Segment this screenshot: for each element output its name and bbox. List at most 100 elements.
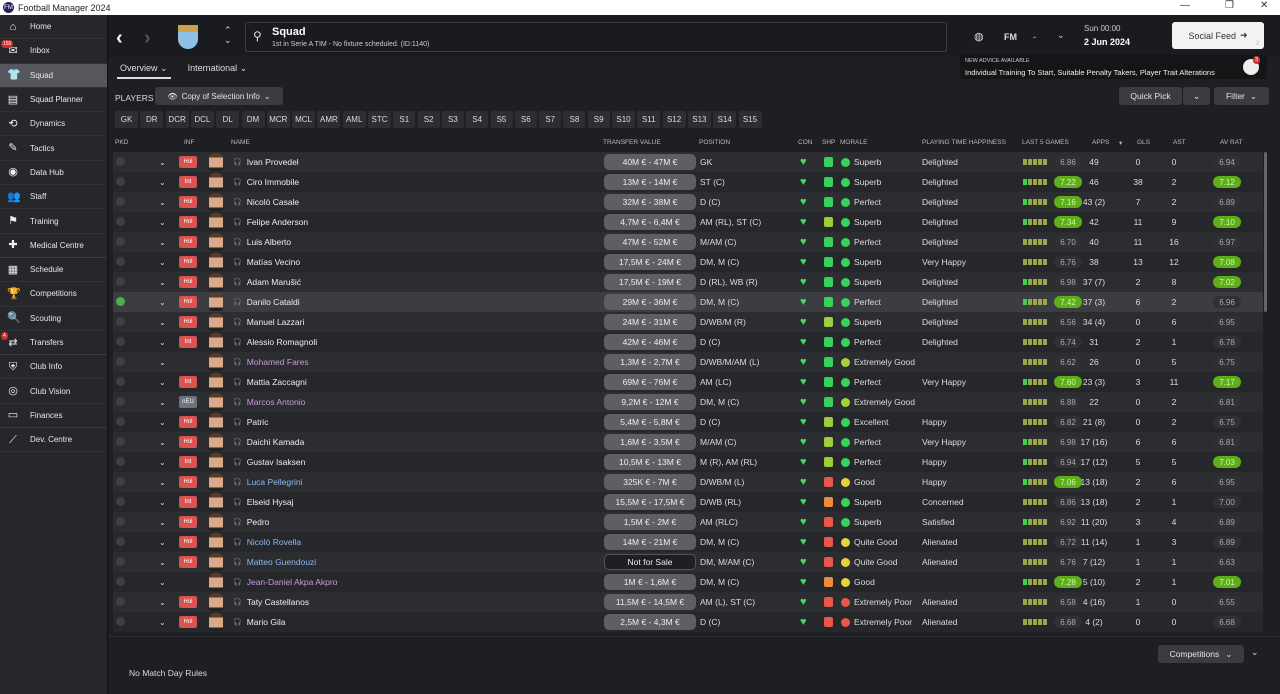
sidebar-item-schedule[interactable]: ▦ Schedule (0, 258, 107, 283)
player-name[interactable]: Taty Castellanos (247, 597, 309, 607)
picked-checkbox[interactable] (116, 377, 125, 386)
player-name-cell[interactable]: 🎧 Mario Gila (233, 612, 285, 632)
game-date[interactable]: 2 Jun 2024 (1084, 37, 1130, 47)
column-header-ast[interactable]: AST (1173, 139, 1186, 146)
expand-icon[interactable]: ⌄ (1251, 647, 1259, 658)
position-filter-s14[interactable]: S14 (713, 111, 737, 128)
picked-checkbox[interactable] (116, 397, 125, 406)
expand-row-chevron-icon[interactable]: ⌄ (159, 312, 166, 332)
filter-button[interactable]: Filter ⌄ (1214, 87, 1269, 105)
table-row[interactable]: ⌄ Hol 🎧 Danilo Cataldi 29M € - 36M € DM, M (C… (113, 292, 1263, 312)
player-name-cell[interactable]: 🎧 Danilo Cataldi (233, 292, 300, 312)
player-name-cell[interactable]: 🎧 Mohamed Fares (233, 352, 309, 372)
expand-row-chevron-icon[interactable]: ⌄ (159, 412, 166, 432)
player-name-cell[interactable]: 🎧 Marcos Antonio (233, 392, 305, 412)
player-name[interactable]: Nicolò Casale (247, 197, 299, 207)
position-filter-s15[interactable]: S15 (738, 111, 762, 128)
player-name-cell[interactable]: 🎧 Nicolò Casale (233, 192, 299, 212)
forward-button[interactable]: › (144, 27, 151, 50)
table-row[interactable]: ⌄ Int 🎧 Gustav Isaksen 10,5M € - 13M € M (R),… (113, 452, 1263, 472)
table-row[interactable]: ⌄ Hol 🎧 Pedro 1,5M € - 2M € AM (RLC) ♥ Superb Sa… (113, 512, 1263, 532)
sidebar-item-squad[interactable]: 👕 Squad (0, 63, 107, 88)
position-filter-gk[interactable]: GK (115, 111, 138, 128)
table-row[interactable]: ⌄ 🎧 Mohamed Fares 1,3M € - 2,7M € D/WB/M/AM … (113, 352, 1263, 372)
player-name[interactable]: Ciro Immobile (247, 177, 299, 187)
expand-row-chevron-icon[interactable]: ⌄ (159, 332, 166, 352)
position-filter-s1[interactable]: S1 (393, 111, 416, 128)
table-row[interactable]: ⌄ Hol 🎧 Ivan Provedel 40M € - 47M € GK ♥ Superb… (113, 152, 1263, 172)
table-row[interactable]: ⌄ Hol 🎧 Luca Pellegrini 325K € - 7M € D/WB/M … (113, 472, 1263, 492)
sidebar-item-competitions[interactable]: 🏆 Competitions (0, 282, 107, 307)
position-filter-dcl[interactable]: DCL (190, 111, 214, 128)
expand-row-chevron-icon[interactable]: ⌄ (159, 552, 166, 572)
sidebar-item-medical-centre[interactable]: ✚ Medical Centre (0, 234, 107, 258)
player-name-cell[interactable]: 🎧 Adam Marušić (233, 272, 301, 292)
quick-pick-dropdown[interactable]: ⌄ (1183, 87, 1210, 105)
picked-checkbox[interactable] (116, 197, 125, 206)
player-name-cell[interactable]: 🎧 Jean-Daniel Akpa Akpro (233, 572, 337, 592)
player-name-cell[interactable]: 🎧 Felipe Anderson (233, 212, 308, 232)
player-name[interactable]: Mattia Zaccagni (247, 377, 307, 387)
player-name[interactable]: Danilo Cataldi (247, 297, 300, 307)
position-filter-mcr[interactable]: MCR (266, 111, 290, 128)
table-row[interactable]: ⌄ Hol 🎧 Manuel Lazzari 24M € - 31M € D/WB/M (… (113, 312, 1263, 332)
expand-row-chevron-icon[interactable]: ⌄ (159, 192, 166, 212)
sidebar-item-training[interactable]: ⚑ Training (0, 209, 107, 234)
table-row[interactable]: ⌄ Hol 🎧 Nicolò Rovella 14M € - 21M € DM, M (C… (113, 532, 1263, 552)
player-name-cell[interactable]: 🎧 Elseid Hysaj (233, 492, 294, 512)
player-name[interactable]: Luis Alberto (247, 237, 291, 247)
position-filter-s2[interactable]: S2 (417, 111, 440, 128)
sidebar-item-scouting[interactable]: 🔍 Scouting (0, 307, 107, 331)
picked-checkbox[interactable] (116, 177, 125, 186)
table-row[interactable]: ⌄ Hol 🎧 Luis Alberto 47M € - 52M € M/AM (C) ♥ P… (113, 232, 1263, 252)
view-select[interactable]: 👁 Copy of Selection Info ⌄ (155, 87, 283, 105)
player-name[interactable]: Patric (247, 417, 269, 427)
player-name[interactable]: Manuel Lazzari (247, 317, 305, 327)
picked-checkbox[interactable] (116, 317, 125, 326)
player-name[interactable]: Luca Pellegrini (247, 477, 303, 487)
minimize-icon[interactable]: — (1180, 0, 1190, 11)
position-filter-dl[interactable]: DL (216, 111, 240, 128)
position-filter-s4[interactable]: S4 (466, 111, 489, 128)
table-row[interactable]: ⌄ Hol 🎧 Daichi Kamada 1,6M € - 3,5M € M/AM (C… (113, 432, 1263, 452)
expand-row-chevron-icon[interactable]: ⌄ (159, 152, 166, 172)
picked-checkbox[interactable] (116, 557, 125, 566)
player-name-cell[interactable]: 🎧 Ciro Immobile (233, 172, 299, 192)
search-box[interactable]: ⚲ Squad 1st in Serie A TIM - No fixture … (245, 22, 947, 52)
club-switch-icon[interactable]: ⌃ ⌄ (224, 25, 232, 45)
player-name[interactable]: Mario Gila (247, 617, 286, 627)
column-header-con[interactable]: CON (798, 139, 812, 146)
sidebar-item-club-vision[interactable]: ◎ Club Vision (0, 379, 107, 404)
column-header-tv[interactable]: TRANSFER VALUE (603, 139, 661, 146)
column-header-apps[interactable]: APPS (1092, 139, 1109, 146)
player-name[interactable]: Matías Vecino (247, 257, 300, 267)
player-name[interactable]: Gustav Isaksen (247, 457, 306, 467)
picked-checkbox[interactable] (116, 257, 125, 266)
picked-checkbox[interactable] (116, 577, 125, 586)
expand-row-chevron-icon[interactable]: ⌄ (159, 172, 166, 192)
quick-pick-button[interactable]: Quick Pick (1119, 87, 1182, 105)
expand-row-chevron-icon[interactable]: ⌄ (159, 292, 166, 312)
player-name[interactable]: Elseid Hysaj (247, 497, 294, 507)
column-header-name[interactable]: NAME (231, 139, 250, 146)
column-header-pkd[interactable]: PKD (115, 139, 128, 146)
player-name[interactable]: Alessio Romagnoli (247, 337, 317, 347)
column-header-l5[interactable]: LAST 5 GAMES (1022, 139, 1069, 146)
sidebar-item-transfers[interactable]: ⇄ Transfers 4 (0, 331, 107, 356)
club-crest-icon[interactable] (178, 25, 198, 49)
player-name-cell[interactable]: 🎧 Nicolò Rovella (233, 532, 301, 552)
position-filter-s10[interactable]: S10 (612, 111, 635, 128)
table-row[interactable]: ⌄ Int 🎧 Elseid Hysaj 15,5M € - 17,5M € D/WB (… (113, 492, 1263, 512)
table-row[interactable]: ⌄ Hol 🎧 Taty Castellanos 11,5M € - 14,5M € AM… (113, 592, 1263, 612)
picked-checkbox[interactable] (116, 337, 125, 346)
player-name[interactable]: Jean-Daniel Akpa Akpro (247, 577, 338, 587)
expand-row-chevron-icon[interactable]: ⌄ (159, 532, 166, 552)
position-filter-dr[interactable]: DR (140, 111, 164, 128)
position-filter-s13[interactable]: S13 (687, 111, 711, 128)
expand-row-chevron-icon[interactable]: ⌄ (159, 392, 166, 412)
table-row[interactable]: ⌄ Hol 🎧 Adam Marušić 17,5M € - 19M € D (RL), … (113, 272, 1263, 292)
position-filter-s7[interactable]: S7 (539, 111, 562, 128)
position-filter-s8[interactable]: S8 (563, 111, 586, 128)
player-name-cell[interactable]: 🎧 Taty Castellanos (233, 592, 309, 612)
column-header-morale[interactable]: MORALE (840, 139, 867, 146)
